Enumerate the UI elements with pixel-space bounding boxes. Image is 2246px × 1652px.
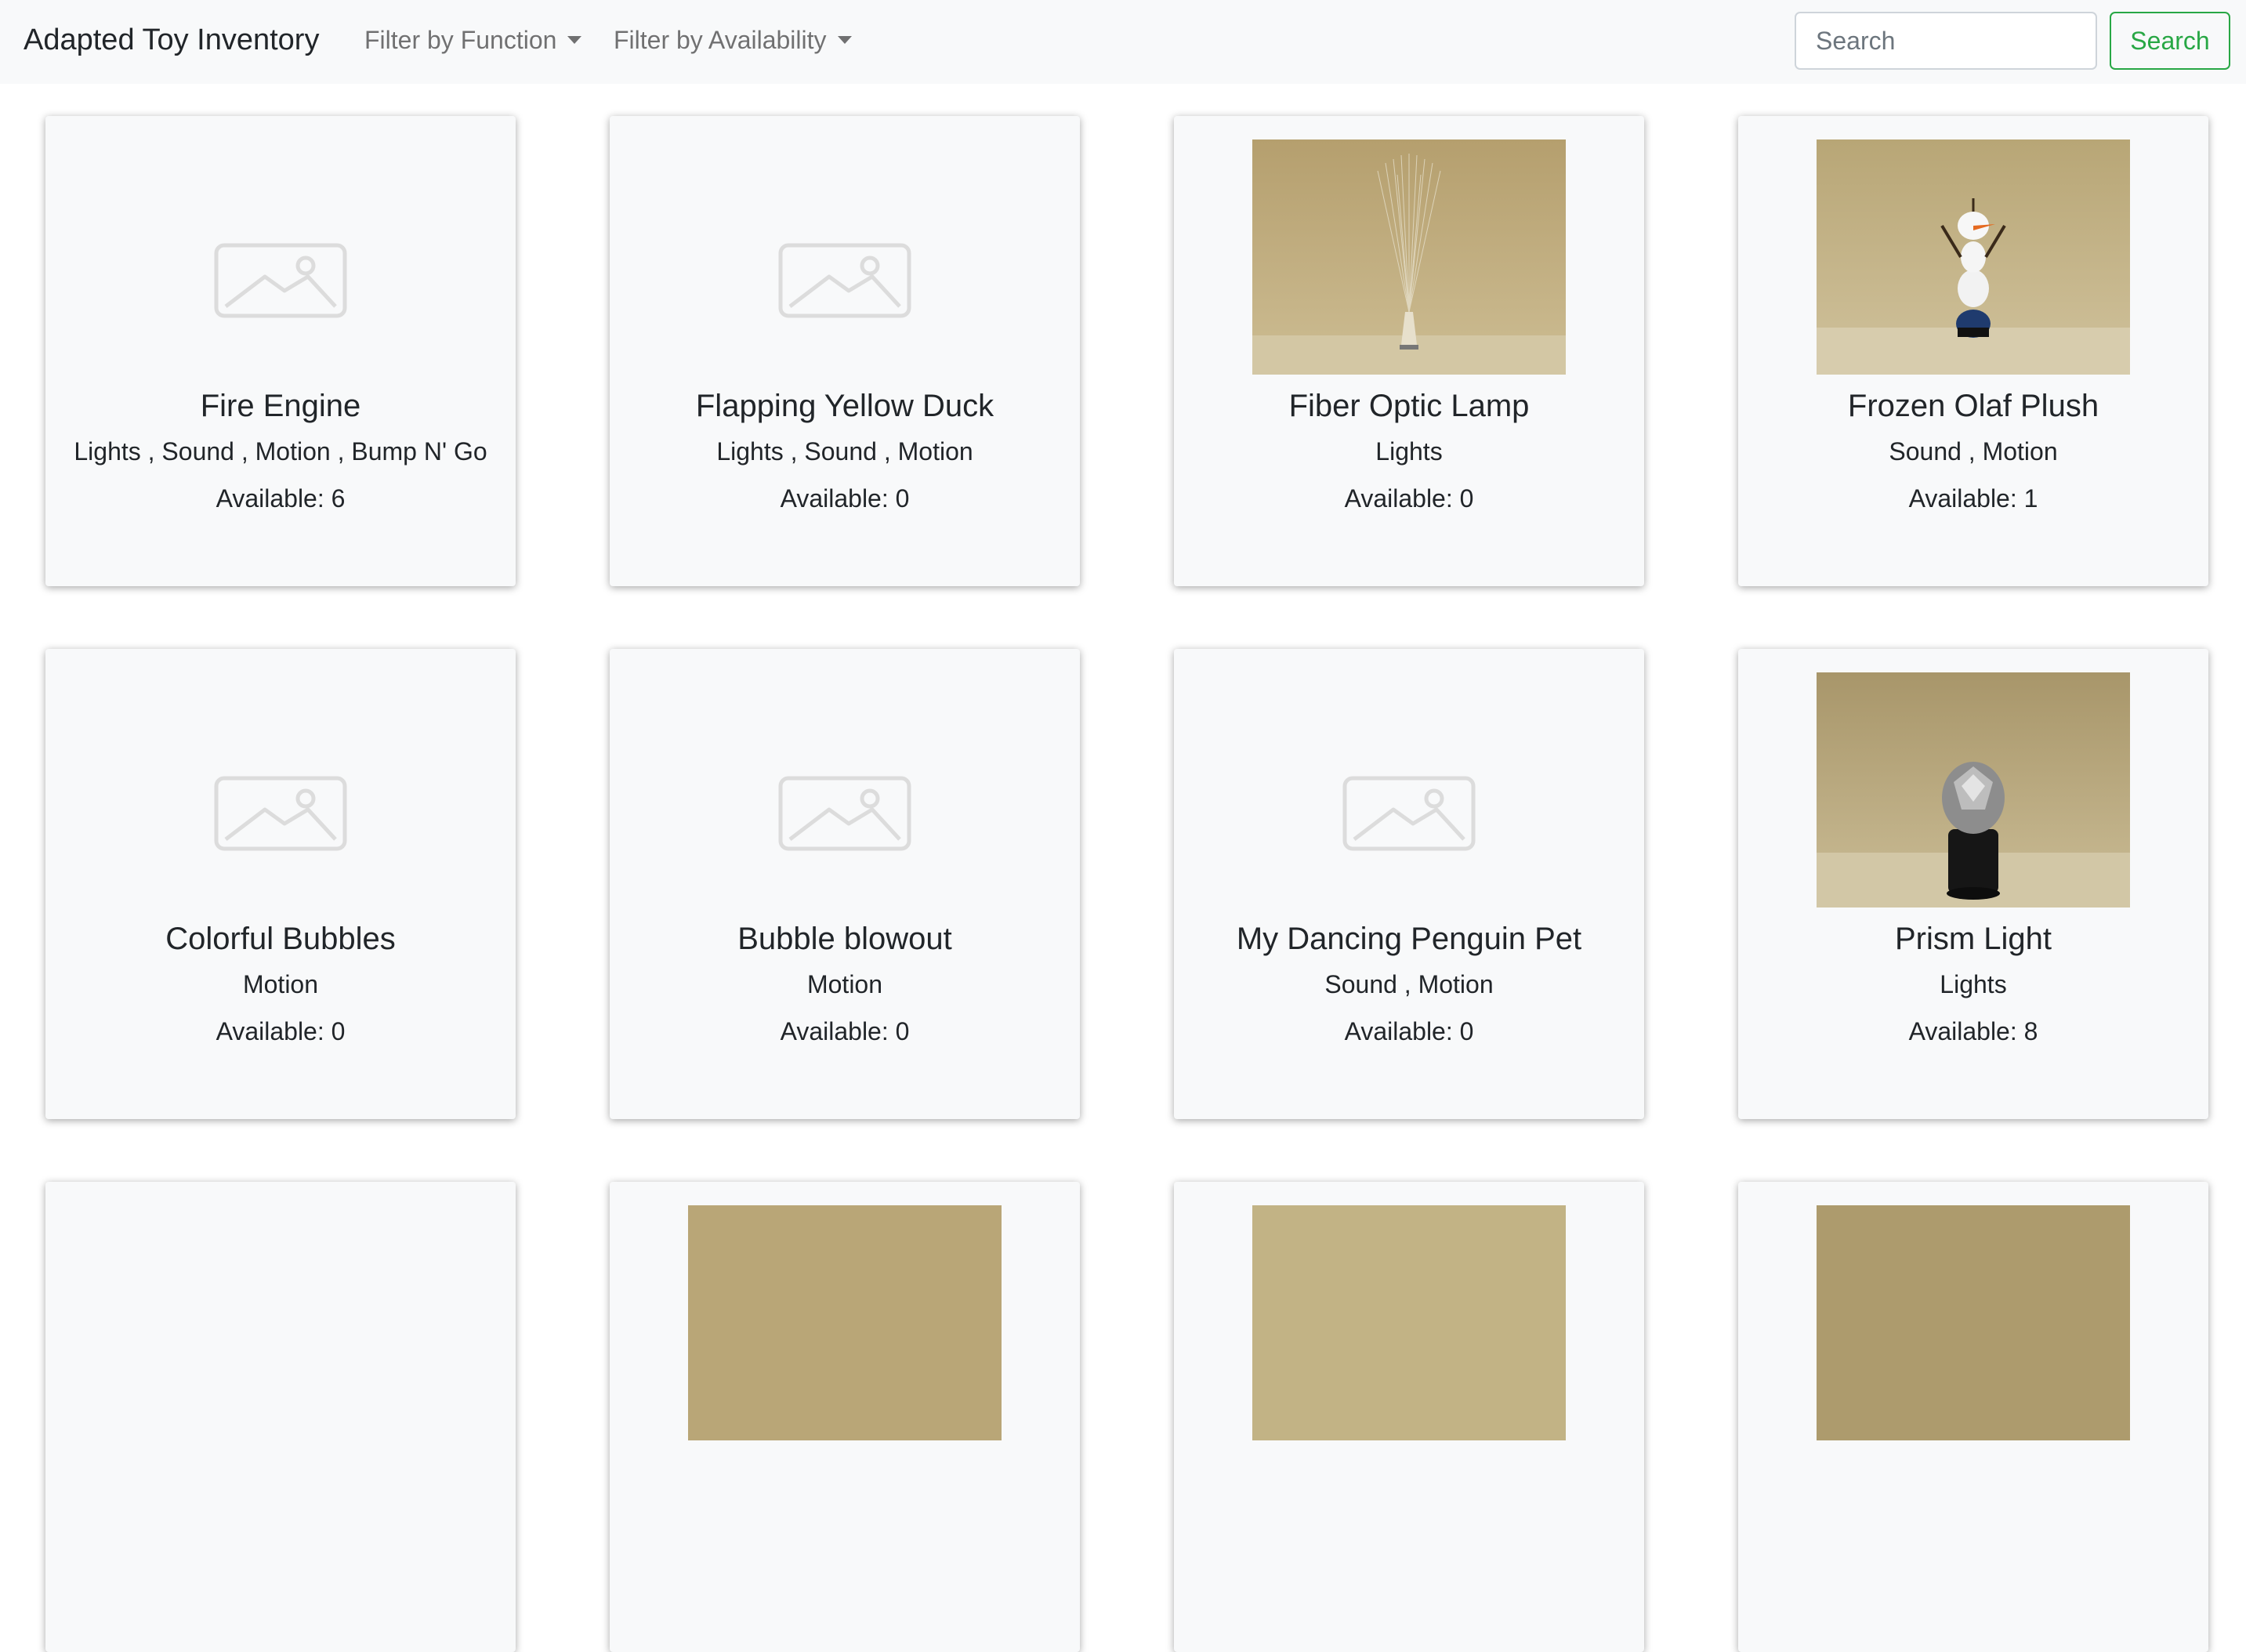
fiber-optic-lamp-photo <box>1252 139 1566 375</box>
olaf-plush-image <box>1817 139 2130 375</box>
filter-by-function-label: Filter by Function <box>364 26 557 54</box>
prism-light-image <box>1817 672 2130 908</box>
toy-card[interactable]: Prism Light Lights Available: 8 <box>1738 649 2208 1119</box>
toy-photo <box>688 1205 1002 1440</box>
search-input[interactable] <box>1795 12 2097 70</box>
toy-image-placeholder <box>1252 672 1566 908</box>
toy-availability: Available: 0 <box>780 484 910 513</box>
filter-by-function-dropdown[interactable]: Filter by Function <box>364 0 582 81</box>
toy-name: Fiber Optic Lamp <box>1288 389 1530 423</box>
toy-photo <box>1817 1205 2130 1440</box>
toy-card[interactable]: Fire Engine Lights , Sound , Motion , Bu… <box>45 116 516 586</box>
toy-name: My Dancing Penguin Pet <box>1236 922 1582 956</box>
toy-functions: Sound , Motion <box>1889 437 2058 466</box>
toy-functions: Motion <box>242 970 319 998</box>
toy-photo <box>1252 1205 1566 1440</box>
image-placeholder-icon <box>214 243 347 318</box>
toy-card[interactable] <box>1174 1182 1644 1652</box>
toy-image-placeholder <box>688 672 1002 908</box>
toy-functions: Motion <box>806 970 883 998</box>
image-placeholder-icon <box>778 243 911 318</box>
toy-functions: Lights , Sound , Motion <box>716 437 973 466</box>
toy-availability: Available: 8 <box>1908 1017 2038 1045</box>
toy-card[interactable]: My Dancing Penguin Pet Sound , Motion Av… <box>1174 649 1644 1119</box>
olaf-plush-photo <box>1817 139 2130 375</box>
top-navbar: Adapted Toy Inventory Filter by Function… <box>0 0 2246 84</box>
toy-functions: Lights <box>1375 437 1443 466</box>
toy-functions: Lights <box>1940 970 2007 998</box>
toy-card[interactable] <box>1738 1182 2208 1652</box>
search-button[interactable]: Search <box>2110 12 2230 70</box>
image-placeholder-icon <box>1342 776 1476 851</box>
toy-card[interactable] <box>610 1182 1080 1652</box>
toy-name: Flapping Yellow Duck <box>695 389 994 423</box>
toy-functions: Lights , Sound , Motion , Bump N' Go <box>74 437 487 466</box>
toy-availability: Available: 1 <box>1908 484 2038 513</box>
toy-availability: Available: 6 <box>216 484 346 513</box>
toy-availability: Available: 0 <box>780 1017 910 1045</box>
toy-image-placeholder <box>124 139 437 375</box>
prism-light-photo <box>1817 672 2130 908</box>
toy-card[interactable]: Bubble blowout Motion Available: 0 <box>610 649 1080 1119</box>
toy-image-placeholder <box>124 672 437 908</box>
toy-availability: Available: 0 <box>1344 484 1474 513</box>
toy-grid: Fire Engine Lights , Sound , Motion , Bu… <box>0 0 2246 1652</box>
toy-functions: Sound , Motion <box>1324 970 1494 998</box>
filter-by-availability-label: Filter by Availability <box>614 26 827 54</box>
toy-image-placeholder <box>688 139 1002 375</box>
toy-card[interactable]: Flapping Yellow Duck Lights , Sound , Mo… <box>610 116 1080 586</box>
toy-name: Frozen Olaf Plush <box>1847 389 2099 423</box>
toy-card[interactable] <box>45 1182 516 1652</box>
toy-card[interactable]: Frozen Olaf Plush Sound , Motion Availab… <box>1738 116 2208 586</box>
toy-availability: Available: 0 <box>1344 1017 1474 1045</box>
fiber-optic-lamp-image <box>1252 139 1566 375</box>
toy-name: Colorful Bubbles <box>165 922 396 956</box>
toy-card[interactable]: Colorful Bubbles Motion Available: 0 <box>45 649 516 1119</box>
toy-name: Fire Engine <box>200 389 361 423</box>
toy-name: Prism Light <box>1894 922 2052 956</box>
caret-down-icon <box>567 35 582 44</box>
image-placeholder-icon <box>778 776 911 851</box>
caret-down-icon <box>837 35 852 44</box>
toy-name: Bubble blowout <box>737 922 952 956</box>
toy-availability: Available: 0 <box>216 1017 346 1045</box>
filter-by-availability-dropdown[interactable]: Filter by Availability <box>614 0 852 81</box>
toy-card[interactable]: Fiber Optic Lamp Lights Available: 0 <box>1174 116 1644 586</box>
app-brand[interactable]: Adapted Toy Inventory <box>24 0 319 81</box>
image-placeholder-icon <box>214 776 347 851</box>
